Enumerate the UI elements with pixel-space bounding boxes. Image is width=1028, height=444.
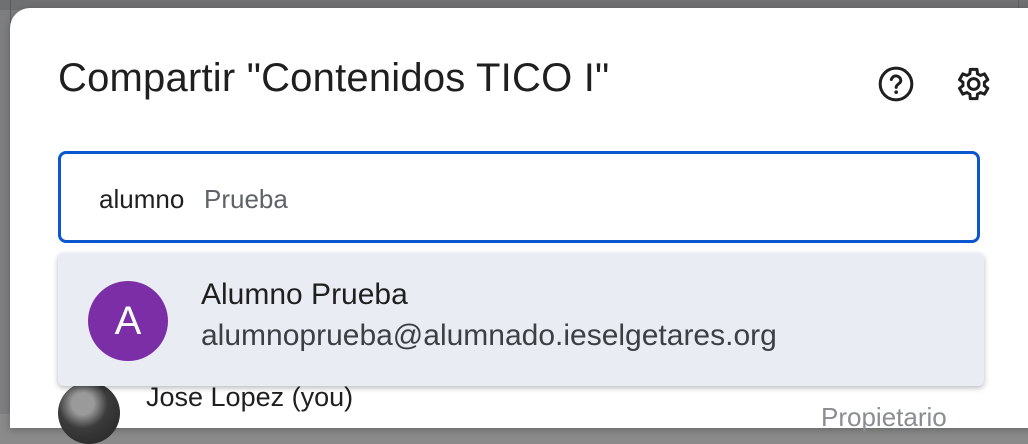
search-typed-text: alumno	[99, 184, 185, 214]
avatar: A	[88, 281, 168, 361]
person-name: Jose Lopez (you)	[146, 382, 354, 412]
suggestion-name: Alumno Prueba	[201, 278, 408, 311]
help-circle-icon	[878, 66, 914, 102]
dialog-title: Compartir "Contenidos TICO I"	[58, 56, 610, 100]
search-autocomplete-hint: Prueba	[204, 184, 288, 214]
person-role[interactable]: Propietario	[821, 402, 947, 433]
suggestion-email: alumnoprueba@alumnado.ieselgetares.org	[201, 319, 777, 352]
suggestion-dropdown: A Alumno Prueba alumnoprueba@alumnado.ie…	[58, 253, 984, 386]
gear-icon	[958, 67, 990, 101]
add-people-input[interactable]: alumno Prueba	[58, 151, 980, 243]
avatar	[58, 382, 120, 444]
help-button[interactable]	[872, 60, 920, 108]
settings-button[interactable]	[948, 60, 996, 108]
